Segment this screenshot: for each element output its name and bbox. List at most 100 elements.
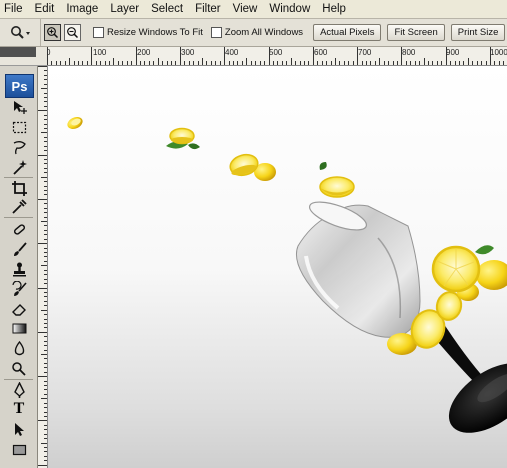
ruler-tick bbox=[44, 239, 47, 240]
ruler-tick bbox=[113, 58, 114, 65]
zoom-out-button[interactable] bbox=[64, 24, 81, 41]
menu-filter[interactable]: Filter bbox=[189, 0, 227, 18]
ruler-tick bbox=[494, 61, 495, 65]
path-selection-tool[interactable] bbox=[9, 420, 29, 438]
ruler-tick bbox=[44, 327, 47, 328]
ruler-tick bbox=[44, 341, 47, 342]
toolbox: Ps T bbox=[0, 66, 38, 468]
ruler-tick bbox=[56, 61, 57, 65]
ruler-tick bbox=[44, 79, 47, 80]
lemon-slice-with-leaves bbox=[166, 127, 200, 150]
toolbox-divider bbox=[4, 177, 33, 178]
rectangle-tool[interactable] bbox=[9, 440, 29, 458]
ruler-tick bbox=[44, 137, 47, 138]
ruler-tick bbox=[41, 265, 47, 266]
ruler-label: 200 bbox=[137, 48, 151, 57]
ruler-tick bbox=[44, 106, 47, 107]
ruler-tick bbox=[410, 61, 411, 65]
menu-bar: File Edit Image Layer Select Filter View… bbox=[0, 0, 507, 19]
ruler-tick bbox=[44, 363, 47, 364]
tool-preset-picker[interactable] bbox=[0, 19, 41, 46]
ruler-tick bbox=[388, 61, 389, 65]
ruler-tick bbox=[198, 61, 199, 65]
path-selection-icon bbox=[14, 422, 24, 436]
ruler-tick bbox=[437, 61, 438, 65]
ruler-tick bbox=[215, 61, 216, 65]
ruler-tick bbox=[44, 403, 47, 404]
ruler-tick bbox=[291, 58, 292, 65]
type-tool[interactable]: T bbox=[9, 400, 29, 418]
ruler-tick bbox=[162, 61, 163, 65]
eyedropper-tool[interactable] bbox=[9, 197, 29, 215]
ruler-tick bbox=[44, 70, 47, 71]
magic-wand-tool[interactable] bbox=[9, 158, 29, 176]
ruler-tick bbox=[37, 288, 47, 289]
lasso-tool[interactable] bbox=[9, 138, 29, 156]
menu-layer[interactable]: Layer bbox=[104, 0, 145, 18]
ruler-tick bbox=[184, 61, 185, 65]
zoom-in-button[interactable] bbox=[44, 24, 61, 41]
blur-tool[interactable] bbox=[9, 339, 29, 357]
ruler-label: 300 bbox=[181, 48, 195, 57]
pen-icon bbox=[13, 381, 25, 398]
ruler-tick bbox=[44, 323, 47, 324]
zoom-all-windows-box[interactable] bbox=[210, 27, 222, 38]
ruler-tick bbox=[44, 385, 47, 386]
history-brush-tool[interactable] bbox=[9, 280, 29, 298]
rectangle-icon bbox=[12, 444, 26, 455]
resize-windows-box[interactable] bbox=[93, 27, 104, 38]
canvas-artwork bbox=[67, 116, 507, 433]
menu-image[interactable]: Image bbox=[60, 0, 104, 18]
ruler-tick bbox=[486, 61, 487, 65]
ruler-tick bbox=[251, 61, 252, 65]
document-canvas[interactable] bbox=[48, 66, 507, 468]
healing-brush-tool[interactable] bbox=[9, 220, 29, 238]
menu-view[interactable]: View bbox=[227, 0, 264, 18]
ruler-tick bbox=[41, 398, 47, 399]
clone-stamp-icon bbox=[12, 262, 26, 276]
brush-tool[interactable] bbox=[9, 240, 29, 258]
toolbox-collapse-bar[interactable] bbox=[0, 47, 36, 57]
menu-edit[interactable]: Edit bbox=[29, 0, 61, 18]
menu-window[interactable]: Window bbox=[263, 0, 316, 18]
resize-windows-checkbox[interactable]: Resize Windows To Fit bbox=[93, 27, 203, 38]
ruler-tick bbox=[44, 194, 47, 195]
dodge-tool[interactable] bbox=[9, 359, 29, 377]
ruler-tick bbox=[273, 61, 274, 65]
ruler-label: 700 bbox=[358, 48, 372, 57]
ruler-tick bbox=[158, 58, 159, 65]
ruler-tick bbox=[463, 61, 464, 65]
ruler-tick bbox=[44, 274, 47, 275]
ruler-tick bbox=[37, 420, 47, 421]
clone-stamp-tool[interactable] bbox=[9, 260, 29, 278]
fit-screen-button[interactable]: Fit Screen bbox=[387, 24, 445, 41]
ruler-tick bbox=[44, 93, 47, 94]
horizontal-ruler: 0 100 200 300 400 500 600 700 800 900 10… bbox=[47, 47, 507, 66]
eraser-tool[interactable] bbox=[9, 300, 29, 318]
ruler-tick bbox=[44, 203, 47, 204]
ruler-tick bbox=[44, 283, 47, 284]
gradient-tool[interactable] bbox=[9, 319, 29, 337]
ruler-tick bbox=[331, 61, 332, 65]
ruler-tick bbox=[37, 66, 47, 67]
ruler-tick bbox=[44, 305, 47, 306]
menu-select[interactable]: Select bbox=[145, 0, 189, 18]
marquee-tool[interactable] bbox=[9, 118, 29, 136]
move-icon bbox=[13, 100, 27, 114]
ruler-tick bbox=[44, 252, 47, 253]
move-tool[interactable] bbox=[9, 98, 29, 116]
actual-pixels-button[interactable]: Actual Pixels bbox=[313, 24, 382, 41]
zoom-all-windows-checkbox[interactable]: Zoom All Windows bbox=[210, 27, 303, 38]
ruler-tick bbox=[44, 75, 47, 76]
photoshop-logo[interactable]: Ps bbox=[5, 74, 34, 98]
ruler-tick bbox=[419, 61, 420, 65]
crop-tool[interactable] bbox=[9, 179, 29, 197]
print-size-button[interactable]: Print Size bbox=[450, 24, 506, 41]
ruler-tick bbox=[37, 465, 47, 466]
ruler-tick bbox=[44, 319, 47, 320]
pen-tool[interactable] bbox=[9, 381, 29, 399]
ruler-tick bbox=[450, 61, 451, 65]
ruler-tick bbox=[379, 58, 380, 65]
menu-file[interactable]: File bbox=[0, 0, 29, 18]
menu-help[interactable]: Help bbox=[316, 0, 352, 18]
